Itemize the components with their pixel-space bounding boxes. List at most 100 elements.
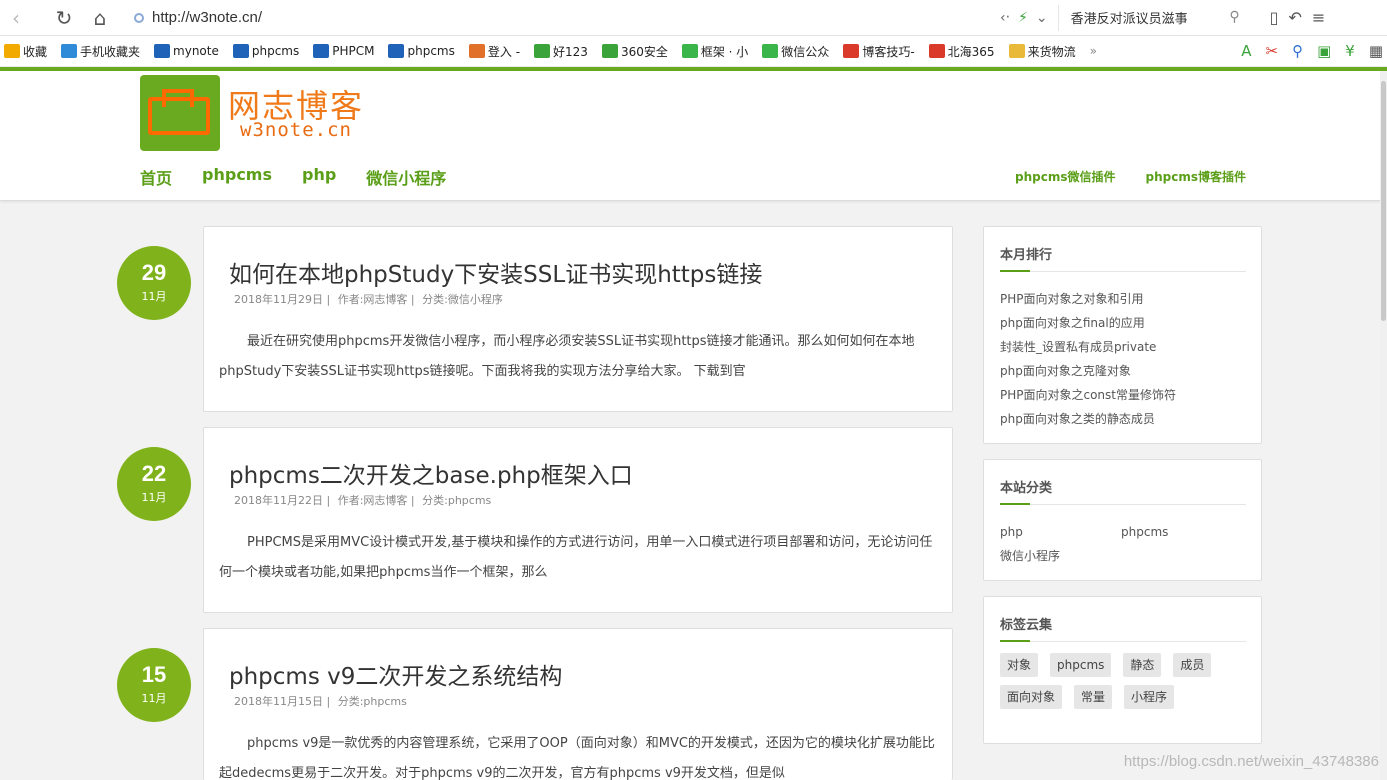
post-category[interactable]: 分类:微信小程序 — [422, 293, 503, 306]
post-date-badge: 29 11月 — [117, 246, 191, 320]
post-date-badge: 22 11月 — [117, 447, 191, 521]
ranking-item[interactable]: php面向对象之final的应用 — [1000, 311, 1176, 335]
magnifier-icon[interactable]: ⚲ — [1292, 42, 1303, 60]
bookmark-item[interactable]: 手机收藏夹 — [61, 43, 140, 60]
bookmark-item[interactable]: 来货物流 — [1008, 43, 1076, 60]
browser-right-tools: ▯ ↶ ≡ — [1270, 8, 1326, 27]
ranking-item[interactable]: php面向对象之类的静态成员 — [1000, 407, 1176, 431]
site-info-icon[interactable] — [134, 12, 144, 23]
post-author: 作者:网志博客 | — [337, 293, 415, 306]
nav-home[interactable]: 首页 — [140, 165, 172, 189]
ranking-item[interactable]: php面向对象之克隆对象 — [1000, 359, 1176, 383]
grid-icon[interactable]: ▦ — [1369, 42, 1383, 60]
logo-subtitle[interactable]: w3note.cn — [240, 119, 352, 141]
ranking-list: PHP面向对象之对象和引用 php面向对象之final的应用 封装性_设置私有成… — [1000, 287, 1176, 431]
search-icon[interactable]: ⚲ — [1229, 9, 1239, 25]
post-month: 11月 — [141, 692, 167, 705]
category-item[interactable]: phpcms — [1121, 520, 1242, 544]
bookmark-bar: 收藏 手机收藏夹 mynote phpcms PHPCM phpcms 登入 - 好123 36… — [0, 36, 1387, 67]
bookmark-overflow-button[interactable]: » — [1090, 44, 1097, 58]
post-category[interactable]: 分类:phpcms — [422, 494, 491, 507]
tag-item[interactable]: 常量 — [1074, 685, 1113, 709]
post-date-badge: 15 11月 — [117, 648, 191, 722]
bookmark-label: 收藏 — [23, 44, 48, 59]
post-card: 如何在本地phpStudy下安装SSL证书实现https链接 2018年11月2… — [203, 226, 953, 412]
bookmark-item[interactable]: 微信公众 — [762, 43, 829, 60]
bookmark-item[interactable]: PHPCM — [313, 44, 374, 58]
url-text: http://w3note.cn/ — [152, 9, 263, 26]
page-scrollbar[interactable] — [1380, 71, 1387, 780]
bookmark-label: phpcms — [251, 44, 300, 58]
site-logo[interactable] — [140, 75, 220, 151]
post-title[interactable]: phpcms二次开发之base.php框架入口 — [229, 456, 633, 490]
reload-icon[interactable]: ↻ — [48, 2, 80, 34]
widget-divider — [1000, 640, 1246, 642]
phone-icon — [61, 44, 78, 58]
menu-icon[interactable]: ≡ — [1312, 8, 1325, 27]
bookmark-item[interactable]: 北海365 — [928, 43, 995, 60]
ranking-widget: 本月排行 PHP面向对象之对象和引用 php面向对象之final的应用 封装性_… — [983, 226, 1262, 444]
nav-phpcms[interactable]: phpcms — [202, 165, 272, 189]
widget-title: 标签云集 — [1000, 618, 1053, 633]
post-author: 作者:网志博客 | — [337, 494, 415, 507]
post-category[interactable]: 分类:phpcms — [338, 695, 407, 708]
post-card: phpcms二次开发之base.php框架入口 2018年11月22日 | 作者… — [203, 427, 953, 613]
bookmark-item[interactable]: phpcms — [388, 44, 455, 58]
back-icon[interactable]: ‹ — [0, 2, 32, 34]
ranking-item[interactable]: 封装性_设置私有成员private — [1000, 335, 1176, 359]
hao123-icon — [534, 44, 551, 58]
plugin-nav: phpcms微信插件 phpcms博客插件 — [1015, 168, 1246, 185]
bookmark-item[interactable]: phpcms — [232, 44, 300, 58]
category-list: php phpcms 微信小程序 — [1000, 520, 1240, 568]
post-title[interactable]: 如何在本地phpStudy下安装SSL证书实现https链接 — [229, 255, 762, 289]
share-icon[interactable]: ‹‧ — [1000, 10, 1010, 26]
url-field[interactable]: http://w3note.cn/ — [134, 5, 994, 31]
scissors-icon[interactable]: ✂ — [1266, 42, 1279, 60]
translate-icon[interactable]: A — [1241, 42, 1251, 60]
ranking-item[interactable]: PHP面向对象之对象和引用 — [1000, 287, 1176, 311]
tag-item[interactable]: 面向对象 — [1000, 685, 1063, 709]
bookmark-item[interactable]: 好123 — [534, 43, 588, 60]
gamepad-icon[interactable]: ▣ — [1317, 42, 1331, 60]
post-date: 2018年11月22日 | — [234, 494, 331, 507]
coin-icon[interactable]: ¥ — [1345, 42, 1355, 60]
scrollbar-thumb[interactable] — [1381, 81, 1386, 321]
ranking-item[interactable]: PHP面向对象之const常量修饰符 — [1000, 383, 1176, 407]
tablet-icon[interactable]: ▯ — [1270, 8, 1279, 27]
category-item[interactable]: 微信小程序 — [1000, 544, 1121, 568]
tag-item[interactable]: phpcms — [1050, 653, 1112, 677]
tag-item[interactable]: 静态 — [1123, 653, 1162, 677]
post-excerpt: phpcms v9是一款优秀的内容管理系统，它采用了OOP（面向对象）和MVC的… — [219, 736, 935, 780]
undo-icon[interactable]: ↶ — [1288, 8, 1301, 27]
bookmark-item[interactable]: mynote — [154, 44, 219, 58]
post-date: 2018年11月15日 | — [234, 695, 331, 708]
nav-wechat-plugin[interactable]: phpcms微信插件 — [1015, 168, 1115, 185]
widget-title: 本站分类 — [1000, 481, 1053, 496]
tag-list: 对象 phpcms 静态 成员 面向对象 常量 小程序 — [1000, 653, 1250, 709]
wechat-icon — [762, 44, 779, 58]
chevron-down-icon[interactable]: ⌄ — [1036, 10, 1048, 26]
tag-item[interactable]: 小程序 — [1124, 685, 1175, 709]
post-excerpt: 最近在研究使用phpcms开发微信小程序，而小程序必须安装SSL证书实现http… — [219, 334, 915, 379]
tag-item[interactable]: 对象 — [1000, 653, 1039, 677]
home-icon[interactable]: ⌂ — [84, 2, 116, 34]
bookmark-item[interactable]: 框架 · 小 — [681, 43, 749, 60]
bookmark-label: 好123 — [553, 44, 588, 59]
pc-icon — [313, 44, 330, 58]
bookmark-item[interactable]: 360安全 — [601, 43, 668, 60]
post-title[interactable]: phpcms v9二次开发之系统结构 — [229, 657, 562, 691]
bookmark-item[interactable]: 登入 - — [468, 43, 520, 60]
category-item[interactable]: php — [1000, 520, 1121, 544]
bookmark-item[interactable]: 收藏 — [4, 43, 47, 60]
nav-php[interactable]: php — [302, 165, 336, 189]
pc-icon — [388, 44, 405, 58]
bookmark-item[interactable]: 博客技巧- — [843, 43, 915, 60]
nav-blog-plugin[interactable]: phpcms博客插件 — [1146, 168, 1246, 185]
lightning-icon[interactable]: ⚡ — [1018, 10, 1028, 26]
nav-miniprogram[interactable]: 微信小程序 — [366, 165, 446, 189]
bookmark-label: 框架 · 小 — [700, 44, 749, 59]
post-month: 11月 — [141, 290, 167, 303]
post-meta: 2018年11月15日 | 分类:phpcms — [234, 693, 411, 709]
search-box[interactable]: 香港反对派议员滋事 ⚲ — [1057, 4, 1248, 31]
tag-item[interactable]: 成员 — [1173, 653, 1212, 677]
